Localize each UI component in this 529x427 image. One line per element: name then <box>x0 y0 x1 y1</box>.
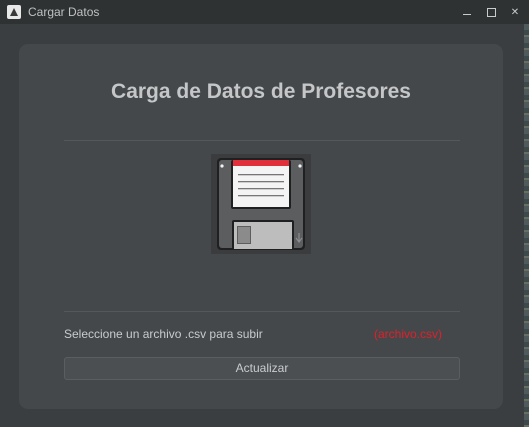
divider-bottom <box>64 311 460 312</box>
background-window-edge <box>524 24 529 427</box>
app-icon <box>7 5 21 19</box>
floppy-disk-icon[interactable] <box>211 154 311 254</box>
update-button[interactable]: Actualizar <box>64 357 460 380</box>
title-bar[interactable]: Cargar Datos <box>0 0 529 24</box>
window-controls <box>461 0 521 24</box>
upload-panel: Carga de Datos de Profesores Seleccione … <box>19 44 503 409</box>
minimize-icon[interactable] <box>461 6 473 18</box>
selected-file-label: (archivo.csv) <box>374 327 443 341</box>
close-icon[interactable] <box>509 6 521 18</box>
page-title: Carga de Datos de Profesores <box>111 80 411 103</box>
cargar-datos-window: Cargar Datos Carga de Datos de Profesore… <box>0 0 529 427</box>
upload-instruction-label: Seleccione un archivo .csv para subir <box>64 327 263 341</box>
maximize-icon[interactable] <box>485 6 497 18</box>
divider-top <box>64 140 460 141</box>
window-title: Cargar Datos <box>28 5 100 19</box>
